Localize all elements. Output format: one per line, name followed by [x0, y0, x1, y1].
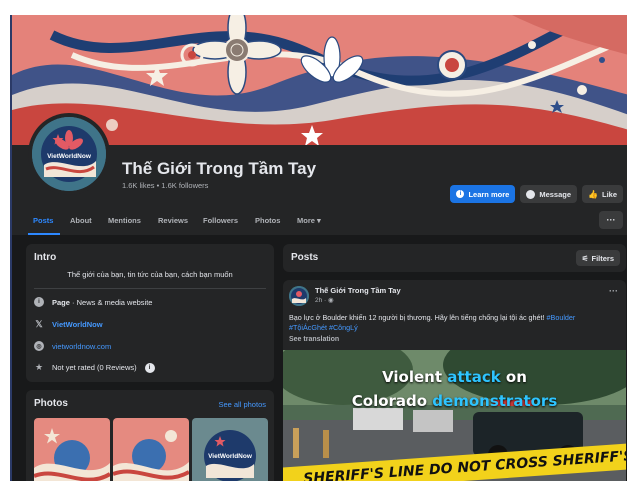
profile-picture-frame[interactable]: VietWorldNow	[28, 113, 110, 195]
messenger-icon	[526, 189, 536, 199]
headline-text: Colorado	[351, 392, 433, 410]
headline-text: Violent	[382, 368, 448, 386]
photo-thumbnails: VietWorldNow	[34, 418, 268, 481]
more-options-button[interactable]: ···	[599, 211, 623, 229]
page-tabs: Posts About Mentions Reviews Followers P…	[12, 205, 627, 235]
photos-title: Photos	[34, 398, 68, 409]
headline-accent: attack	[447, 368, 501, 386]
cover-photo[interactable]	[12, 15, 627, 145]
see-translation-link[interactable]: See translation	[289, 336, 339, 343]
info-icon[interactable]: i	[144, 362, 155, 373]
hashtag-link[interactable]: #Boulder	[545, 313, 576, 322]
posts-header-card: Posts ⚟ Filters	[283, 244, 626, 272]
globe-icon: ◉	[328, 297, 334, 304]
website-link[interactable]: vietworldnow.com	[52, 342, 111, 351]
x-handle-row: 𝕏 VietWorldNow	[34, 319, 103, 330]
post-author-name[interactable]: Thế Giới Trong Tầm Tay	[315, 286, 401, 295]
website-row: ◎ vietworldnow.com	[34, 341, 111, 351]
post-image[interactable]: Violent attack on Colorado demonstrators…	[283, 350, 626, 481]
post-card: Thế Giới Trong Tầm Tay 2h · ◉ ··· Bạo lự…	[283, 280, 626, 481]
like-label: Like	[601, 189, 617, 199]
page-actions: i Learn more Message 👍 Like	[450, 185, 623, 203]
post-body: Bạo lực ở Boulder khiến 12 người bị thươ…	[289, 313, 545, 322]
info-icon: i	[456, 190, 465, 198]
globe-icon: ◎	[34, 341, 44, 351]
tab-photos[interactable]: Photos	[255, 216, 280, 225]
learn-more-button[interactable]: i Learn more	[450, 185, 516, 203]
intro-title: Intro	[34, 252, 57, 263]
page-type-value: · News & media website	[69, 297, 153, 307]
message-button[interactable]: Message	[520, 185, 578, 203]
tab-mentions[interactable]: Mentions	[108, 216, 141, 225]
star-icon: ★	[34, 362, 44, 372]
hashtag-link[interactable]: #CôngLý	[327, 323, 358, 332]
intro-divider	[34, 288, 266, 289]
post-options-button[interactable]: ···	[609, 286, 618, 296]
tab-followers[interactable]: Followers	[203, 216, 238, 225]
hashtag-link[interactable]: #TộiÁcGhét	[289, 323, 327, 332]
post-text: Bạo lực ở Boulder khiến 12 người bị thươ…	[289, 313, 620, 333]
x-logo-icon: 𝕏	[35, 319, 43, 329]
filters-button[interactable]: ⚟ Filters	[575, 250, 620, 266]
intro-description: Thế giới của bạn, tin tức của bạn, cách …	[67, 270, 233, 279]
avatar-brand-text: VietWorldNow	[47, 153, 91, 160]
active-tab-indicator	[28, 233, 60, 235]
x-handle-link[interactable]: VietWorldNow	[52, 320, 103, 329]
see-all-photos-link[interactable]: See all photos	[218, 400, 266, 409]
posts-title: Posts	[291, 252, 319, 263]
rating-text: Not yet rated (0 Reviews)	[52, 363, 137, 372]
photo-thumbnail[interactable]: VietWorldNow	[192, 418, 268, 481]
screenshot-frame: VietWorldNow Thế Giới Trong Tầm Tay 1.6K…	[0, 0, 629, 481]
intro-card: Intro Thế giới của bạn, tin tức của bạn,…	[26, 244, 274, 382]
profile-picture: VietWorldNow	[32, 117, 106, 191]
tab-posts[interactable]: Posts	[33, 216, 53, 225]
image-headline-line2: Colorado demonstrators	[283, 392, 626, 410]
filters-label: Filters	[591, 253, 614, 263]
headline-accent: demonstrators	[432, 392, 558, 410]
thumbnail-brand-text: VietWorldNow	[208, 453, 252, 460]
page-type-label: Page	[52, 297, 70, 307]
like-button[interactable]: 👍 Like	[582, 185, 623, 203]
tab-more[interactable]: More ▾	[297, 216, 321, 225]
page-type-row: i Page · News & media website	[34, 297, 152, 307]
message-label: Message	[539, 189, 572, 199]
photo-thumbnail[interactable]	[34, 418, 110, 481]
photo-thumbnail[interactable]	[113, 418, 189, 481]
thumbs-up-icon: 👍	[588, 189, 598, 199]
page-stats: 1.6K likes • 1.6K followers	[122, 181, 209, 190]
info-icon: i	[34, 297, 44, 307]
photos-card: Photos See all photos VietWorldNow	[26, 390, 274, 481]
filter-sliders-icon: ⚟	[581, 253, 589, 263]
tab-reviews[interactable]: Reviews	[158, 216, 188, 225]
post-timestamp[interactable]: 2h · ◉	[315, 296, 334, 304]
tab-about[interactable]: About	[70, 216, 92, 225]
post-author-avatar[interactable]	[289, 286, 309, 306]
rating-row: ★ Not yet rated (0 Reviews) i	[34, 362, 155, 373]
learn-more-label: Learn more	[468, 189, 510, 199]
facebook-page: VietWorldNow Thế Giới Trong Tầm Tay 1.6K…	[10, 15, 627, 481]
page-title: Thế Giới Trong Tầm Tay	[122, 159, 317, 178]
headline-text: on	[500, 368, 527, 386]
post-time-text: 2h ·	[315, 297, 329, 304]
image-headline-line1: Violent attack on	[283, 368, 626, 386]
